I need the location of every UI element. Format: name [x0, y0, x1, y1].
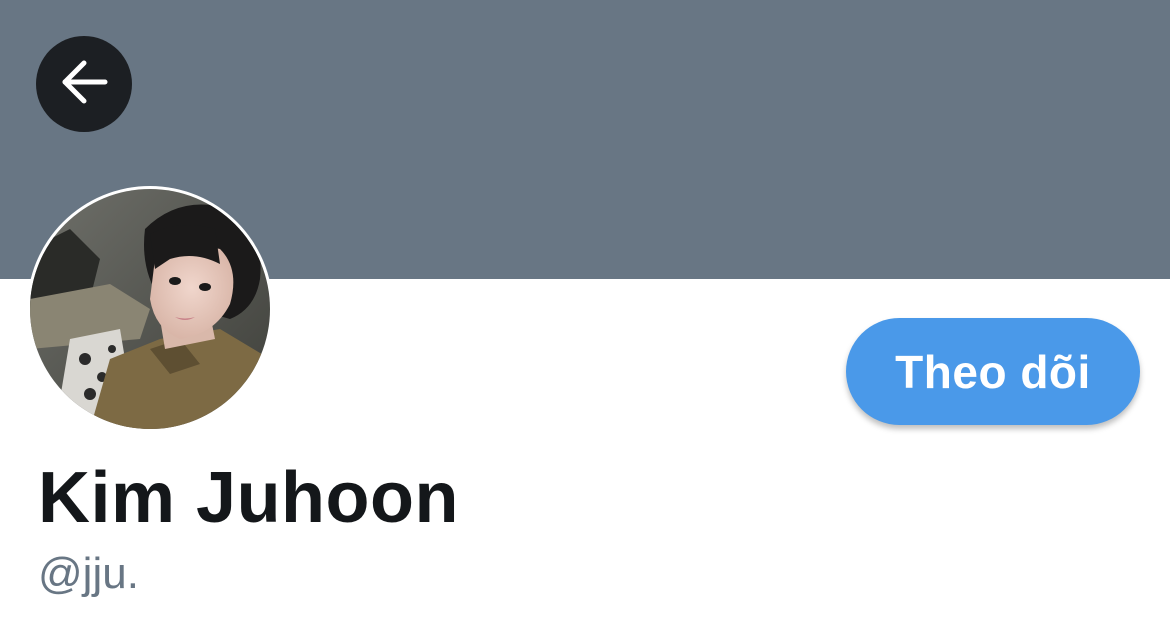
- arrow-left-icon: [57, 55, 111, 114]
- user-handle: @jju.: [38, 549, 139, 598]
- display-name: Kim Juhoon: [38, 458, 459, 538]
- profile-page: Theo dõi Kim Juhoon @jju.: [0, 0, 1170, 631]
- profile-photo: [30, 189, 270, 429]
- back-button[interactable]: [36, 36, 132, 132]
- avatar[interactable]: [27, 186, 273, 432]
- follow-button[interactable]: Theo dõi: [846, 318, 1140, 425]
